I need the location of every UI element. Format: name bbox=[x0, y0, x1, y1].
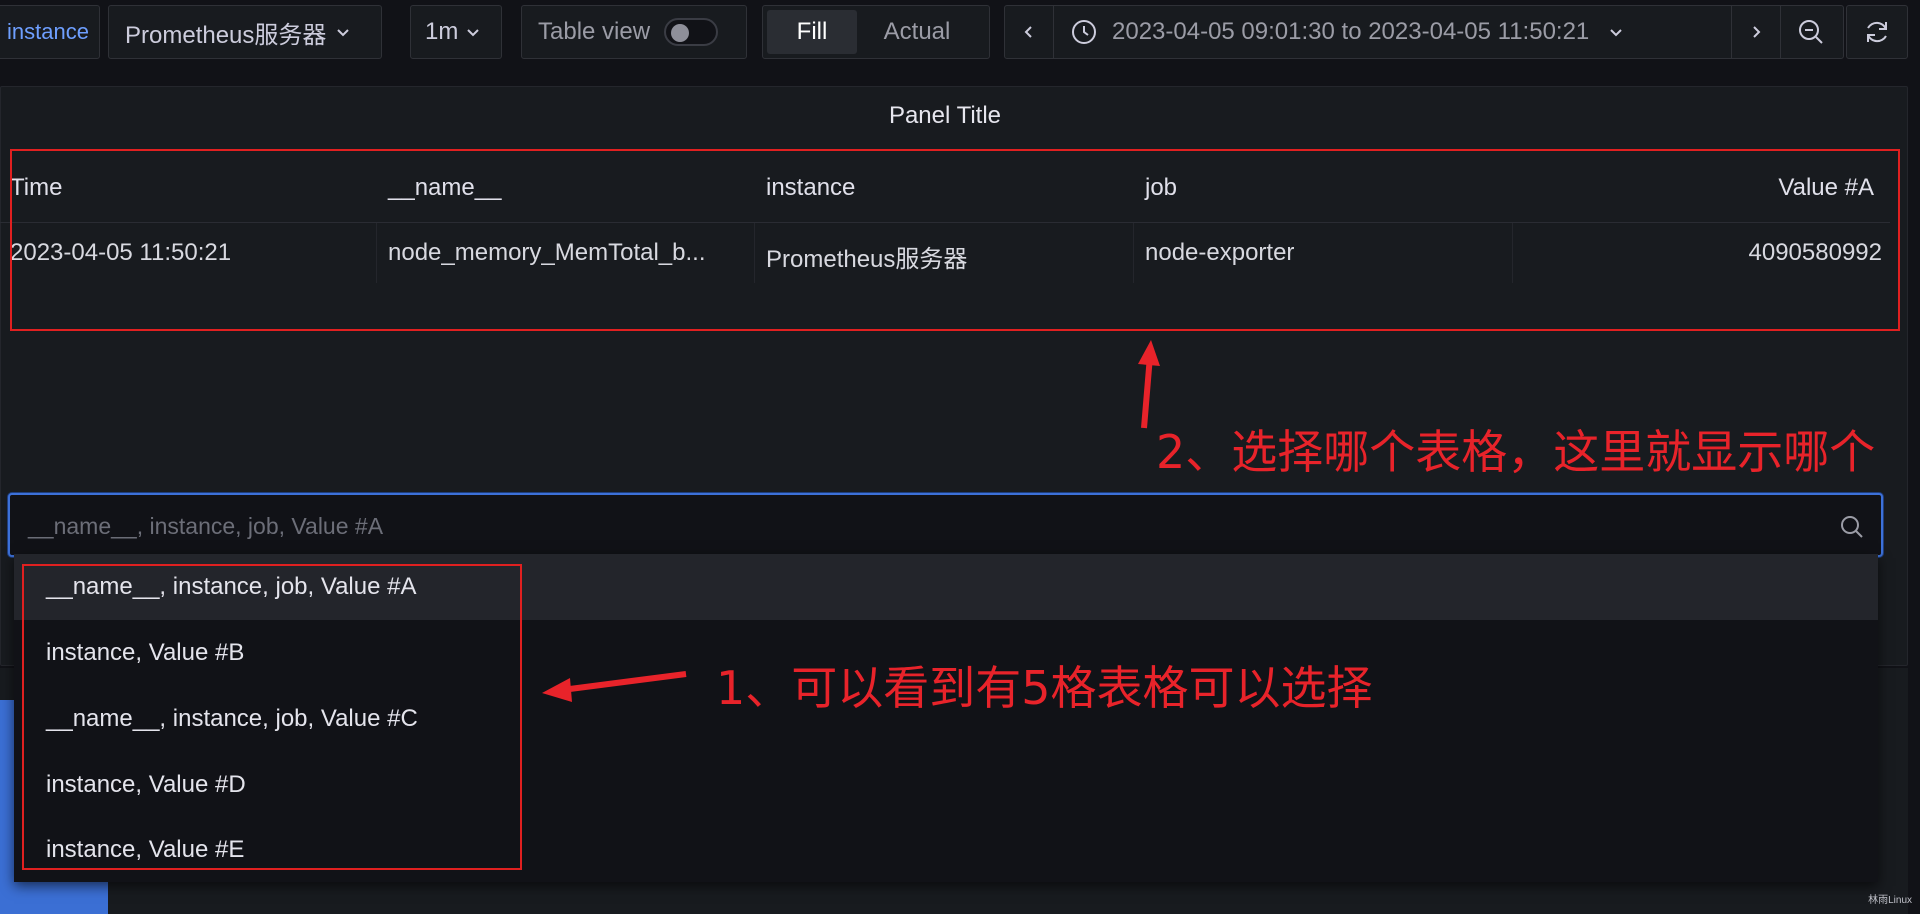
fill-button[interactable]: Fill bbox=[767, 10, 857, 54]
frame-select-input[interactable]: __name__, instance, job, Value #A bbox=[8, 493, 1883, 557]
frame-select-placeholder: __name__, instance, job, Value #A bbox=[28, 513, 384, 539]
time-range-picker: 2023-04-05 09:01:30 to 2023-04-05 11:50:… bbox=[1004, 5, 1844, 59]
table-view-toggle-group[interactable]: Table view bbox=[521, 5, 747, 59]
interval-value: 1m bbox=[425, 18, 459, 45]
variable-label: instance bbox=[0, 5, 100, 59]
actual-button[interactable]: Actual bbox=[857, 10, 977, 54]
fill-actual-group: Fill Actual bbox=[762, 5, 990, 59]
chevron-down-icon bbox=[467, 29, 480, 37]
interval-select[interactable]: 1m bbox=[410, 5, 502, 59]
annotation-note-2: 2、选择哪个表格，这里就显示哪个 bbox=[1156, 425, 1876, 479]
table-view-label: Table view bbox=[538, 18, 651, 45]
annotation-arrow-left bbox=[542, 671, 687, 702]
variable-label-text: instance bbox=[7, 19, 89, 44]
time-range-button[interactable]: 2023-04-05 09:01:30 to 2023-04-05 11:50:… bbox=[1054, 6, 1732, 58]
chevron-left-icon bbox=[1024, 26, 1032, 38]
annotation-note-1: 1、可以看到有5格表格可以选择 bbox=[716, 661, 1373, 715]
clock-icon bbox=[1072, 20, 1096, 44]
chevron-right-icon bbox=[1753, 26, 1761, 38]
time-range-text: 2023-04-05 09:01:30 to 2023-04-05 11:50:… bbox=[1112, 18, 1590, 45]
switch-knob bbox=[671, 24, 690, 42]
datasource-select[interactable]: Prometheus服务器 bbox=[108, 5, 382, 59]
time-forward-button[interactable] bbox=[1732, 6, 1781, 58]
search-icon bbox=[1841, 516, 1863, 538]
chevron-down-icon bbox=[1610, 29, 1622, 37]
table-view-switch[interactable] bbox=[664, 18, 719, 46]
refresh-icon bbox=[1867, 21, 1887, 43]
refresh-button[interactable] bbox=[1846, 5, 1908, 59]
zoom-out-button[interactable] bbox=[1781, 6, 1841, 58]
watermark: 林雨Linux bbox=[1868, 895, 1912, 906]
zoom-out-icon bbox=[1799, 20, 1823, 44]
chevron-down-icon bbox=[337, 29, 350, 37]
datasource-value: Prometheus服务器 bbox=[125, 21, 327, 49]
time-back-button[interactable] bbox=[1005, 6, 1054, 58]
annotation-box-options bbox=[22, 564, 522, 870]
panel-title: Panel Title bbox=[888, 102, 1002, 129]
annotation-box-table bbox=[10, 149, 1900, 331]
